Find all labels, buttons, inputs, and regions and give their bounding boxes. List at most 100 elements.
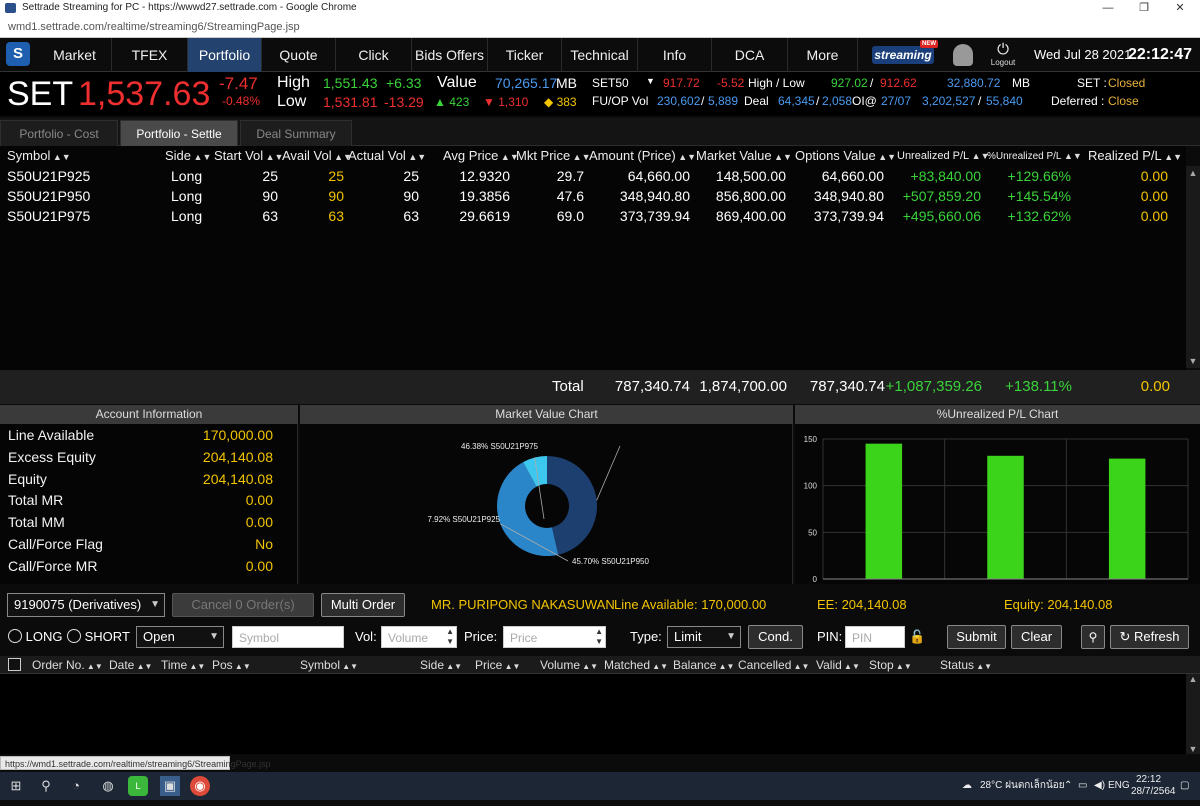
set50-dropdown-icon[interactable]: ▼ — [646, 76, 655, 86]
portfolio-scrollbar[interactable]: ▲ ▼ — [1186, 166, 1200, 368]
symbol-input[interactable]: Symbol — [232, 626, 344, 648]
table-row[interactable]: S50U21P975 Long 63 63 63 29.6619 69.0 373,739.9… — [0, 206, 1186, 226]
col-header-amount-price[interactable]: Amount (Price) ▲▼ — [589, 146, 696, 166]
cortana-icon[interactable]: ◔ — [66, 776, 86, 796]
tab-portfolio-cost[interactable]: Portfolio - Cost — [0, 120, 118, 146]
settrade-app-icon[interactable]: ▣ — [160, 776, 180, 796]
submit-button[interactable]: Submit — [947, 625, 1006, 649]
order-col-order-no[interactable]: Order No. ▲▼ — [32, 656, 103, 674]
nav-item-more[interactable]: More — [788, 38, 858, 72]
table-row[interactable]: S50U21P950 Long 90 90 90 19.3856 47.6 348,940.8… — [0, 186, 1186, 206]
tab-portfolio-settle[interactable]: Portfolio - Settle — [120, 120, 238, 146]
order-col-side[interactable]: Side ▲▼ — [420, 656, 462, 674]
order-col-status[interactable]: Status ▲▼ — [940, 656, 992, 674]
type-select[interactable]: Limit ▼ — [667, 626, 741, 648]
nav-item-tfex[interactable]: TFEX — [112, 38, 188, 72]
nav-item-dca[interactable]: DCA — [712, 38, 788, 72]
order-col-pos[interactable]: Pos ▲▼ — [212, 656, 251, 674]
price-stepper-icon[interactable]: ▲ ▼ — [595, 627, 603, 647]
nav-item-technical[interactable]: Technical — [562, 38, 638, 72]
search-icon[interactable]: ⚲ — [1081, 625, 1105, 649]
bar[interactable] — [865, 443, 903, 579]
app-icon[interactable]: ◍ — [98, 776, 118, 796]
col-header-realized-p-l[interactable]: Realized P/L ▲▼ — [1088, 146, 1182, 166]
nav-item-ticker[interactable]: Ticker — [488, 38, 562, 72]
close-window-icon[interactable]: ✕ — [1164, 0, 1196, 16]
browser-title: Settrade Streaming for PC - https://wwwd… — [22, 2, 357, 13]
col-header-side[interactable]: Side ▲▼ — [165, 146, 211, 166]
price-input[interactable]: Price ▲ ▼ — [503, 626, 606, 648]
col-header-start-vol[interactable]: Start Vol ▲▼ — [214, 146, 283, 166]
sort-icon: ▲▼ — [340, 662, 359, 671]
account-select[interactable]: 9190075 (Derivatives) ▼ — [7, 593, 165, 617]
col-header-unrealized-p-l[interactable]: Unrealized P/L ▲▼ — [897, 146, 989, 166]
weather-icon[interactable]: ☁ — [962, 772, 972, 800]
order-col-balance[interactable]: Balance ▲▼ — [673, 656, 734, 674]
chrome-icon[interactable]: ◉ — [190, 776, 210, 796]
tray-chevron-icon[interactable]: ⌃ — [1064, 772, 1072, 800]
col-header-market-value[interactable]: Market Value ▲▼ — [696, 146, 792, 166]
col-header-avg-price[interactable]: Avg Price ▲▼ — [443, 146, 519, 166]
nav-item-bids-offers[interactable]: Bids Offers — [412, 38, 488, 72]
network-icon[interactable]: ▭ — [1078, 772, 1087, 800]
nav-item-market[interactable]: Market — [38, 38, 112, 72]
weather-text[interactable]: 28°C ฝนตกเล็กน้อย — [980, 772, 1065, 800]
volume-icon[interactable]: ◀) — [1094, 772, 1105, 800]
bar[interactable] — [987, 455, 1024, 579]
restore-icon[interactable]: ❐ — [1128, 0, 1160, 16]
clear-button[interactable]: Clear — [1011, 625, 1062, 649]
order-col-cancelled[interactable]: Cancelled ▲▼ — [738, 656, 809, 674]
assistant-robot-icon[interactable] — [953, 44, 973, 66]
search-icon[interactable]: ⚲ — [36, 776, 56, 796]
order-col-valid[interactable]: Valid ▲▼ — [816, 656, 860, 674]
long-radio[interactable]: LONG — [8, 626, 62, 648]
set50-label[interactable]: SET50 — [592, 76, 629, 90]
cancel-orders-button[interactable]: Cancel 0 Order(s) — [172, 593, 314, 617]
order-col-matched[interactable]: Matched ▲▼ — [604, 656, 668, 674]
scroll-down-icon[interactable]: ▼ — [1186, 744, 1200, 754]
tab-deal-summary[interactable]: Deal Summary — [240, 120, 352, 146]
col-header-actual-vol[interactable]: Actual Vol ▲▼ — [348, 146, 426, 166]
nav-item-portfolio[interactable]: Portfolio — [188, 38, 262, 72]
scroll-up-icon[interactable]: ▲ — [1186, 674, 1200, 684]
bar[interactable] — [1108, 458, 1146, 579]
col-header-symbol[interactable]: Symbol ▲▼ — [7, 146, 71, 166]
nav-item-quote[interactable]: Quote — [262, 38, 336, 72]
nav-item-info[interactable]: Info — [638, 38, 712, 72]
logout-button[interactable]: ⏻ Logout — [990, 41, 1016, 67]
address-bar[interactable]: wmd1.settrade.com/realtime/streaming6/St… — [0, 16, 1200, 38]
orders-scrollbar[interactable]: ▲ ▼ — [1186, 674, 1200, 754]
minimize-icon[interactable]: — — [1092, 0, 1124, 16]
order-col-date[interactable]: Date ▲▼ — [109, 656, 152, 674]
volume-input[interactable]: Volume ▲ ▼ — [381, 626, 457, 648]
order-col-volume[interactable]: Volume ▲▼ — [540, 656, 598, 674]
volume-stepper-icon[interactable]: ▲ ▼ — [446, 627, 454, 647]
table-row[interactable]: S50U21P925 Long 25 25 25 12.9320 29.7 64,660.00… — [0, 166, 1186, 186]
pin-input[interactable]: PIN — [845, 626, 905, 648]
order-col-time[interactable]: Time ▲▼ — [161, 656, 205, 674]
col-header-avail-vol[interactable]: Avail Vol ▲▼ — [282, 146, 352, 166]
line-app-icon[interactable]: L — [128, 776, 148, 796]
language-indicator[interactable]: ENG — [1108, 772, 1130, 800]
cond-button[interactable]: Cond. — [748, 625, 803, 649]
col-header-unrealized-p-l[interactable]: %Unrealized P/L ▲▼ — [987, 146, 1082, 166]
select-all-checkbox[interactable] — [8, 658, 21, 671]
order-col-price[interactable]: Price ▲▼ — [475, 656, 520, 674]
clock-date[interactable]: 28/7/2564 — [1131, 778, 1176, 806]
scroll-up-icon[interactable]: ▲ — [1186, 166, 1200, 180]
order-col-label: Side — [420, 658, 445, 672]
order-col-stop[interactable]: Stop ▲▼ — [869, 656, 912, 674]
windows-start-icon[interactable]: ⊞ — [6, 776, 26, 796]
refresh-button[interactable]: ↻ Refresh — [1110, 625, 1189, 649]
short-radio[interactable]: SHORT — [67, 626, 130, 648]
nav-item-click[interactable]: Click — [336, 38, 412, 72]
multi-order-button[interactable]: Multi Order — [321, 593, 405, 617]
position-select[interactable]: Open ▼ — [136, 626, 224, 648]
col-header-options-value[interactable]: Options Value ▲▼ — [795, 146, 896, 166]
col-header-mkt-price[interactable]: Mkt Price ▲▼ — [516, 146, 591, 166]
notification-icon[interactable]: ▢ — [1180, 772, 1189, 800]
order-col-symbol[interactable]: Symbol ▲▼ — [300, 656, 358, 674]
scroll-down-icon[interactable]: ▼ — [1186, 354, 1200, 368]
streaming-logo-button[interactable]: streaming NEW — [872, 40, 938, 64]
cell-avg-price: 12.9320 — [459, 168, 510, 184]
